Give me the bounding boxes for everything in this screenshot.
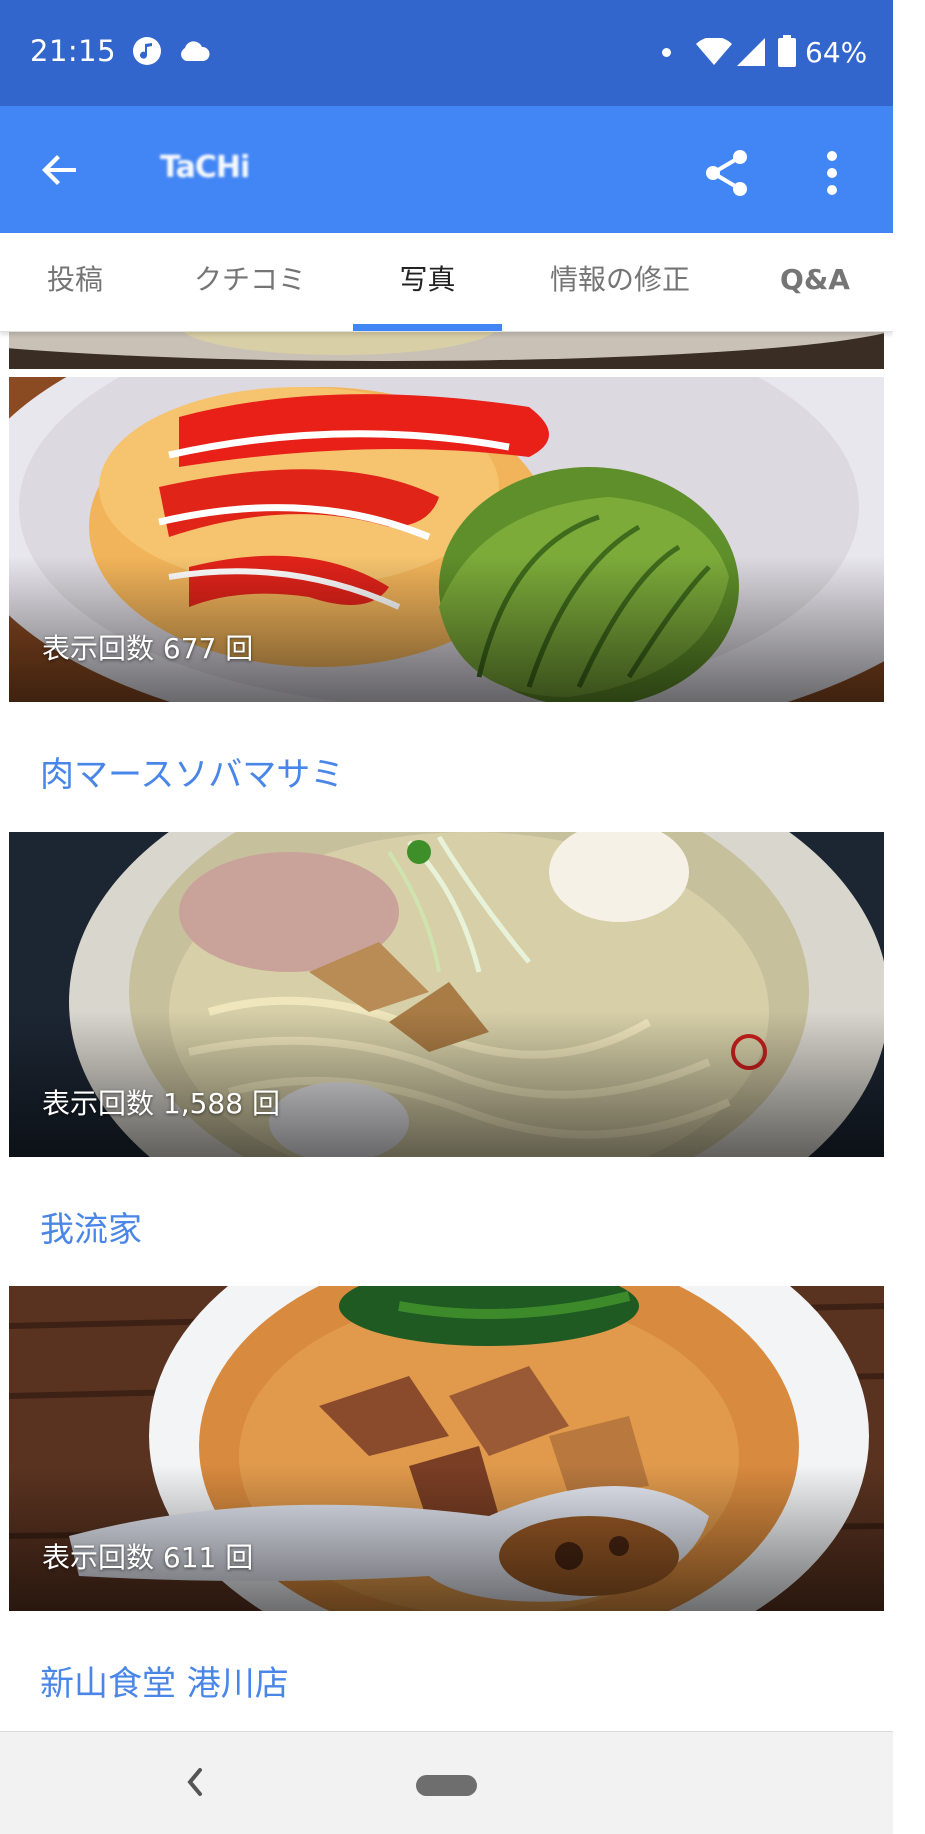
view-count: 表示回数 677 回 <box>42 632 254 665</box>
cloud-icon <box>178 40 210 66</box>
view-count: 表示回数 611 回 <box>42 1541 254 1574</box>
wifi-icon <box>696 36 732 70</box>
app-bar: TaCHi <box>0 106 893 233</box>
nav-back-icon[interactable] <box>180 1762 210 1802</box>
battery-percent: 64% <box>805 36 868 69</box>
tab-reviews[interactable]: クチコミ <box>180 233 320 331</box>
status-time: 21:15 <box>30 34 117 68</box>
tab-photos[interactable]: 写真 <box>353 233 502 331</box>
notification-dot <box>662 48 671 57</box>
screen: 21:15 64% TaCHi 投稿 クチコミ 写真 情報の修正 Q&A 表示回… <box>0 0 893 1834</box>
tab-qa[interactable]: Q&A <box>765 233 865 331</box>
place-link[interactable]: 我流家 <box>40 1202 142 1251</box>
share-icon[interactable] <box>700 146 754 200</box>
music-icon <box>132 36 162 70</box>
photo-card[interactable]: 表示回数 677 回 <box>9 377 884 702</box>
more-vert-icon[interactable] <box>808 146 856 200</box>
photo-card[interactable]: 表示回数 611 回 <box>9 1286 884 1611</box>
battery-icon <box>778 35 796 71</box>
place-link[interactable]: 肉マースソバマサミ <box>40 747 344 796</box>
tab-indicator <box>353 324 502 331</box>
system-nav-bar <box>0 1731 893 1834</box>
back-arrow-icon[interactable] <box>36 146 84 194</box>
photo-card[interactable]: 表示回数 1,588 回 <box>9 832 884 1157</box>
home-pill-icon[interactable] <box>416 1775 477 1796</box>
place-link[interactable]: 新山食堂 港川店 <box>40 1656 289 1705</box>
tab-posts[interactable]: 投稿 <box>20 233 130 331</box>
view-count: 表示回数 1,588 回 <box>42 1087 280 1120</box>
place-title: TaCHi <box>160 150 250 185</box>
tab-edit-info[interactable]: 情報の修正 <box>540 233 700 331</box>
photo-partial[interactable] <box>9 331 884 369</box>
status-bar: 21:15 64% <box>0 0 893 106</box>
signal-icon <box>737 38 765 70</box>
tab-bar: 投稿 クチコミ 写真 情報の修正 Q&A <box>0 233 893 332</box>
